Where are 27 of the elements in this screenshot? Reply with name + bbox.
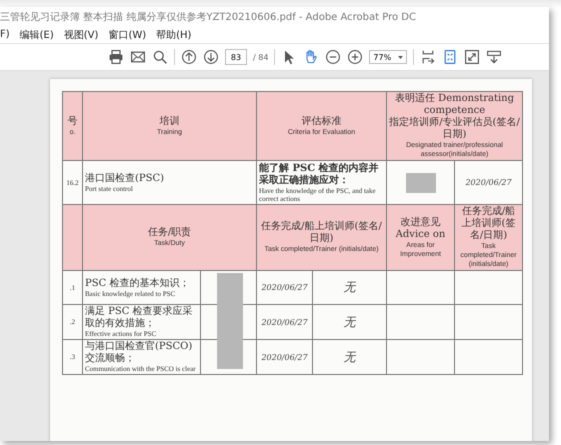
- mail-icon[interactable]: [130, 49, 146, 65]
- table-cell: 2020/06/27: [256, 270, 312, 304]
- table-cell: 无: [312, 270, 386, 304]
- print-icon[interactable]: [108, 49, 124, 65]
- page-number-field[interactable]: 83: [225, 49, 247, 65]
- menu-item[interactable]: 编辑(E): [20, 28, 60, 42]
- menu-item[interactable]: 帮助(H): [156, 28, 198, 42]
- menu-item[interactable]: 视图(V): [64, 28, 104, 42]
- previous-page-icon[interactable]: [181, 49, 197, 65]
- menu-item[interactable]: F): [0, 29, 16, 40]
- search-icon[interactable]: [152, 49, 168, 65]
- window-title: 三管轮见习记录簿 整本扫描 纯属分享仅供参考YZT20210606.pdf - Adobe Acrobat Pro DC: [0, 10, 416, 24]
- page-count: / 84: [253, 52, 268, 62]
- fit-page-icon[interactable]: [442, 49, 458, 65]
- table-cell: 无: [312, 340, 386, 374]
- zoom-in-icon[interactable]: [347, 49, 364, 65]
- full-screen-icon[interactable]: [464, 49, 480, 65]
- scroll-mode-icon[interactable]: [486, 49, 502, 65]
- next-page-icon[interactable]: [203, 49, 219, 65]
- menu-item[interactable]: 窗口(W): [108, 28, 152, 42]
- table-cell: 无: [312, 304, 386, 340]
- table-cell: 2020/06/27: [256, 340, 312, 374]
- fit-width-icon[interactable]: [420, 49, 436, 65]
- zoom-dropdown[interactable]: 77%: [369, 50, 408, 64]
- caret-icon[interactable]: [398, 56, 404, 58]
- zoom-out-icon[interactable]: [325, 49, 342, 65]
- table-cell: 2020/06/27: [256, 304, 312, 340]
